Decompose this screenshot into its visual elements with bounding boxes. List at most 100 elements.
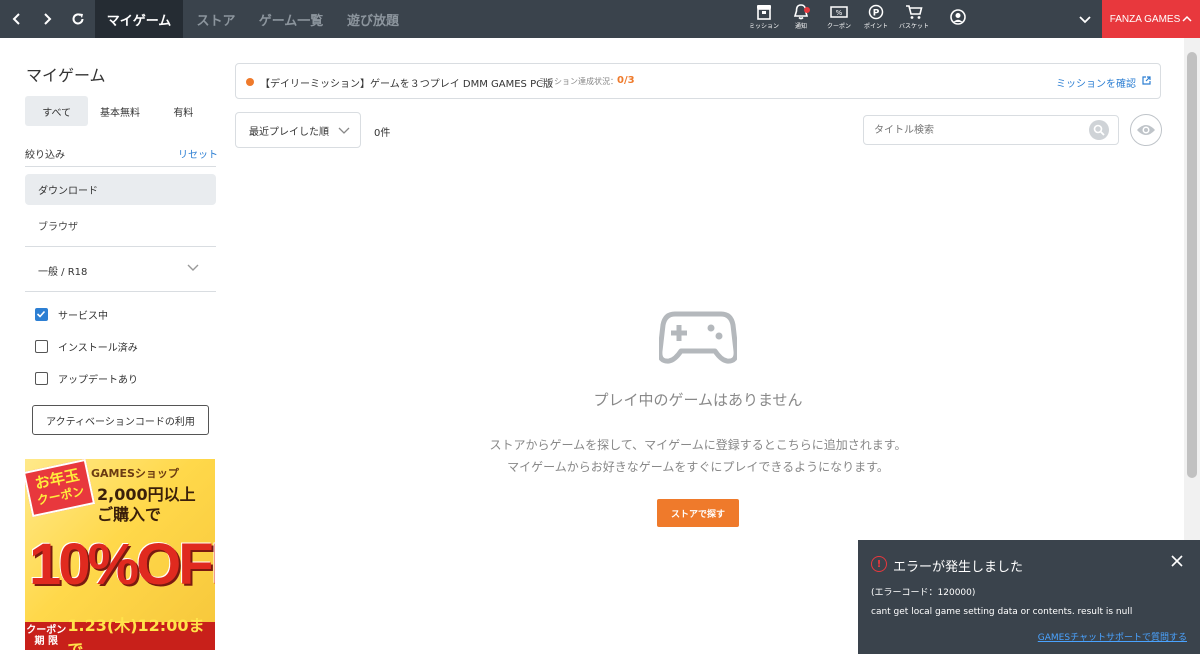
notify-button[interactable]: 通知	[781, 4, 821, 34]
svg-text:%: %	[836, 9, 843, 17]
chevron-down-icon[interactable]	[186, 262, 200, 272]
reset-link[interactable]: リセット	[178, 146, 218, 161]
fanza-label: FANZA GAMES	[1109, 13, 1181, 25]
mission-check-link[interactable]: ミッションを確認	[1056, 75, 1136, 90]
external-link-icon[interactable]	[1142, 76, 1151, 85]
banner-footer-label: クーポン 期 限	[25, 625, 67, 647]
banner-footer-label1: クーポン	[26, 625, 67, 636]
chevron-down-icon	[338, 127, 350, 134]
result-count: 0件	[374, 128, 391, 139]
point-label: ポイント	[863, 23, 888, 30]
price-segment: すべて 基本無料 有料	[25, 96, 215, 126]
banner-discount: 10%OFF	[29, 532, 215, 597]
basket-button[interactable]: バスケット	[894, 4, 934, 34]
menu-expand-button[interactable]	[1070, 0, 1100, 38]
daily-mission-bar: 【デイリーミッション】ゲームを３つプレイ DMM GAMES PC版 ミッション…	[235, 63, 1161, 99]
mission-label: ミッション	[748, 23, 779, 30]
empty-title: プレイ中のゲームはありません	[593, 391, 803, 409]
divider	[25, 166, 216, 167]
eye-icon	[1137, 125, 1155, 135]
reload-icon	[72, 13, 84, 25]
fanza-games-button[interactable]: FANZA GAMES	[1102, 0, 1200, 38]
visibility-toggle[interactable]	[1130, 114, 1162, 146]
back-button[interactable]	[2, 0, 32, 38]
coupon-banner[interactable]: お年玉 クーポン GAMESショップ 2,000円以上 ご購入で 10%OFF …	[25, 459, 215, 650]
toast-title: エラーが発生しました	[893, 560, 1024, 575]
checkbox[interactable]	[35, 340, 48, 353]
forward-button[interactable]	[32, 0, 62, 38]
coupon-label: クーポン	[826, 23, 851, 30]
tab-store[interactable]: ストア	[186, 0, 246, 38]
gamepad-icon	[659, 311, 737, 364]
checkbox[interactable]	[35, 372, 48, 385]
sort-label: 最近プレイした順	[249, 126, 329, 138]
banner-tag: お年玉 クーポン	[25, 459, 96, 518]
divider	[25, 246, 216, 247]
top-bar: マイゲーム ストア ゲーム一覧 遊び放題 ミッション 通知 % クーポン P ポ…	[0, 0, 1200, 38]
banner-footer-date: 1.23(木)12:00まで	[67, 616, 205, 650]
empty-line2: マイゲームからお好きなゲームをすぐにプレイできるようになります。	[507, 460, 889, 474]
chevron-right-icon	[44, 13, 52, 25]
sort-dropdown[interactable]: 最近プレイした順	[235, 112, 361, 148]
banner-shop: GAMESショップ	[91, 467, 179, 480]
find-in-store-button[interactable]: ストアで探す	[657, 499, 739, 527]
error-toast: ! エラーが発生しました (エラーコード：120000) cant get lo…	[858, 540, 1200, 654]
chevron-down-icon	[1079, 16, 1091, 24]
basket-label: バスケット	[898, 23, 929, 30]
divider	[25, 291, 216, 292]
error-icon: !	[871, 556, 887, 572]
point-button[interactable]: P ポイント	[856, 4, 896, 34]
banner-footer-label2: 期 限	[34, 636, 58, 647]
checkmark-icon	[36, 310, 46, 318]
banner-footer: クーポン 期 限 1.23(木)12:00まで	[25, 616, 215, 650]
checkbox-label: インストール済み	[58, 343, 138, 354]
close-icon[interactable]	[1170, 554, 1184, 568]
mission-button[interactable]: ミッション	[744, 4, 784, 34]
checkbox-in-service[interactable]: サービス中	[35, 307, 108, 322]
point-icon: P	[868, 4, 884, 20]
checkbox-label: サービス中	[58, 311, 108, 322]
segment-free[interactable]: 基本無料	[88, 96, 151, 126]
search-icon	[1093, 124, 1105, 136]
title-search-input[interactable]	[863, 115, 1119, 145]
mission-status-label: ミッション達成状況：	[538, 77, 618, 86]
filter-heading: 絞り込み	[25, 150, 65, 161]
checkbox[interactable]	[35, 308, 48, 321]
segment-all[interactable]: すべて	[25, 96, 89, 126]
search-button[interactable]	[1089, 120, 1109, 140]
segment-paid[interactable]: 有料	[152, 96, 215, 126]
coupon-button[interactable]: % クーポン	[819, 4, 859, 34]
platform-browser[interactable]: ブラウザ	[38, 218, 78, 233]
empty-description: ストアからゲームを探して、マイゲームに登録するとこちらに追加されます。 マイゲー…	[448, 434, 948, 478]
mission-status-value: 0/3	[617, 75, 635, 86]
checkbox-installed[interactable]: インストール済み	[35, 339, 138, 354]
mission-text: 【デイリーミッション】ゲームを３つプレイ DMM GAMES PC版	[260, 79, 554, 90]
tab-game-list[interactable]: ゲーム一覧	[250, 0, 332, 38]
chat-support-link[interactable]: GAMESチャットサポートで質問する	[1038, 630, 1187, 643]
empty-line1: ストアからゲームを探して、マイゲームに登録するとこちらに追加されます。	[489, 438, 907, 452]
account-button[interactable]	[938, 8, 978, 38]
rating-filter[interactable]: 一般 / R18	[38, 263, 87, 278]
coupon-icon: %	[830, 6, 848, 18]
cart-icon	[906, 5, 923, 19]
svg-text:P: P	[873, 9, 880, 19]
checkbox-update[interactable]: アップデートあり	[35, 371, 138, 386]
sidebar-title: マイゲーム	[26, 66, 106, 85]
chevron-up-icon	[1182, 15, 1192, 22]
tab-unlimited[interactable]: 遊び放題	[336, 0, 410, 38]
scrollbar-thumb[interactable]	[1187, 52, 1197, 478]
user-icon	[950, 9, 966, 25]
tab-mygame[interactable]: マイゲーム	[95, 0, 183, 38]
platform-download[interactable]: ダウンロード	[25, 174, 216, 205]
mission-icon	[757, 5, 771, 20]
banner-line2: ご購入で	[97, 505, 162, 524]
toast-error-code: (エラーコード：120000)	[871, 588, 976, 598]
mission-dot-icon	[246, 78, 254, 86]
activation-code-button[interactable]: アクティベーションコードの利用	[32, 405, 209, 435]
notify-label: 通知	[794, 23, 807, 30]
checkbox-label: アップデートあり	[58, 375, 138, 386]
notification-badge	[804, 7, 810, 13]
toast-message: cant get local game setting data or cont…	[871, 607, 1133, 617]
chevron-left-icon	[12, 13, 20, 25]
reload-button[interactable]	[63, 0, 93, 38]
